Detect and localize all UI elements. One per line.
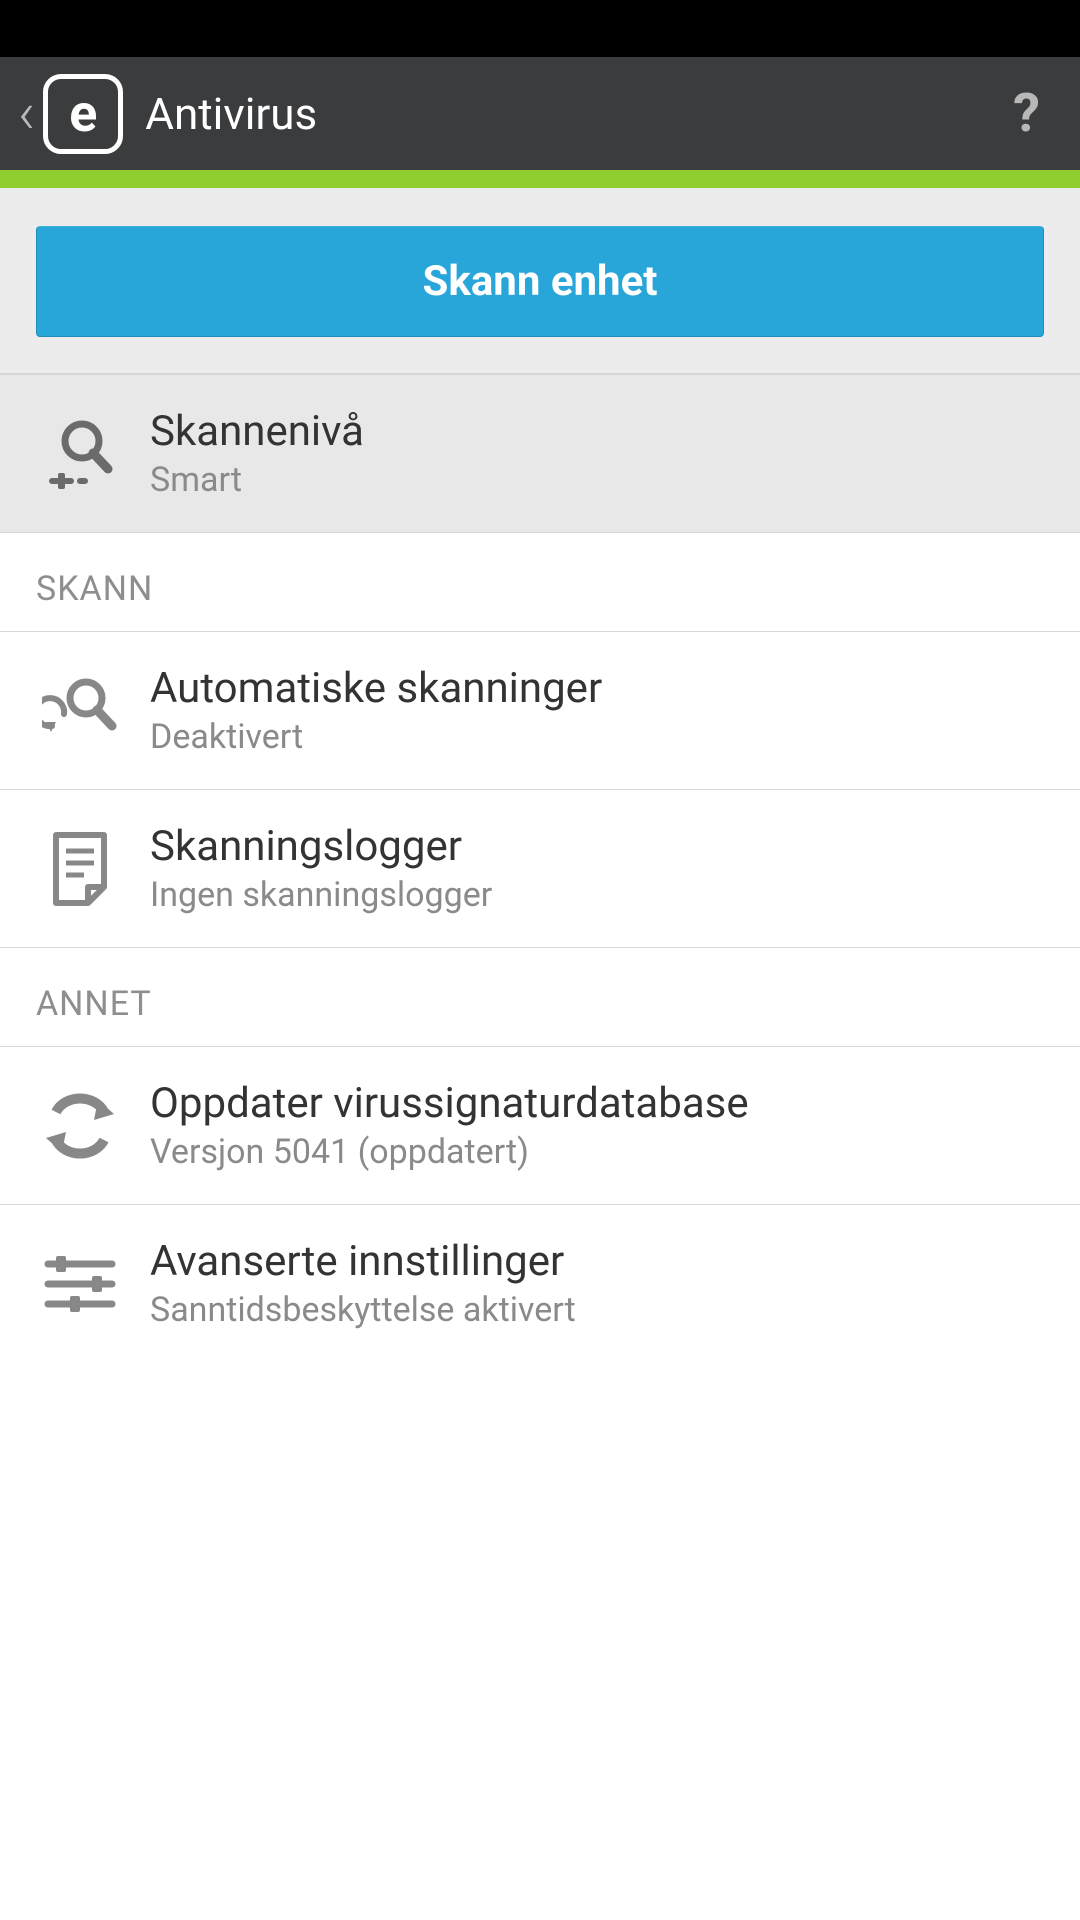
update-db-title: Oppdater virussignaturdatabase xyxy=(150,1079,1050,1128)
scan-logs-sub: Ingen skanningslogger xyxy=(150,875,1050,915)
update-db-item[interactable]: Oppdater virussignaturdatabase Versjon 5… xyxy=(0,1047,1080,1205)
update-db-text: Oppdater virussignaturdatabase Versjon 5… xyxy=(150,1079,1050,1172)
scan-logs-title: Skanningslogger xyxy=(150,822,1050,871)
app-header: ‹ e Antivirus ? xyxy=(0,57,1080,170)
advanced-settings-item[interactable]: Avanserte innstillinger Sanntidsbeskytte… xyxy=(0,1205,1080,1362)
page-title: Antivirus xyxy=(145,88,991,140)
scan-level-text: Skannenivå Smart xyxy=(150,407,1050,500)
help-icon[interactable]: ? xyxy=(991,82,1062,145)
advanced-settings-sub: Sanntidsbeskyttelse aktivert xyxy=(150,1290,1050,1330)
auto-scan-title: Automatiske skanninger xyxy=(150,664,1050,713)
scan-level-title: Skannenivå xyxy=(150,407,1050,456)
app-logo[interactable]: e xyxy=(43,74,123,154)
scan-level-panel: Skannenivå Smart xyxy=(0,374,1080,533)
scan-device-button[interactable]: Skann enhet xyxy=(36,226,1044,337)
back-chevron-icon[interactable]: ‹ xyxy=(18,85,35,143)
refresh-icon xyxy=(30,1092,130,1160)
advanced-settings-title: Avanserte innstillinger xyxy=(150,1237,1050,1286)
scan-logs-icon xyxy=(30,831,130,907)
auto-scan-text: Automatiske skanninger Deaktivert xyxy=(150,664,1050,757)
app-logo-letter: e xyxy=(69,88,97,140)
section-header-annet: ANNET xyxy=(0,948,1080,1047)
scan-level-icon xyxy=(30,415,130,493)
scan-logs-text: Skanningslogger Ingen skanningslogger xyxy=(150,822,1050,915)
scan-logs-item[interactable]: Skanningslogger Ingen skanningslogger xyxy=(0,790,1080,948)
auto-scan-sub: Deaktivert xyxy=(150,717,1050,757)
auto-scan-icon xyxy=(30,676,130,746)
auto-scan-item[interactable]: Automatiske skanninger Deaktivert xyxy=(0,632,1080,790)
advanced-settings-text: Avanserte innstillinger Sanntidsbeskytte… xyxy=(150,1237,1050,1330)
scan-level-value: Smart xyxy=(150,460,1050,500)
sliders-icon xyxy=(30,1252,130,1316)
scan-button-panel: Skann enhet xyxy=(0,188,1080,374)
status-bar xyxy=(0,0,1080,57)
section-header-skann: SKANN xyxy=(0,533,1080,632)
scan-level-item[interactable]: Skannenivå Smart xyxy=(0,375,1080,532)
update-db-sub: Versjon 5041 (oppdatert) xyxy=(150,1132,1050,1172)
status-strip xyxy=(0,170,1080,188)
